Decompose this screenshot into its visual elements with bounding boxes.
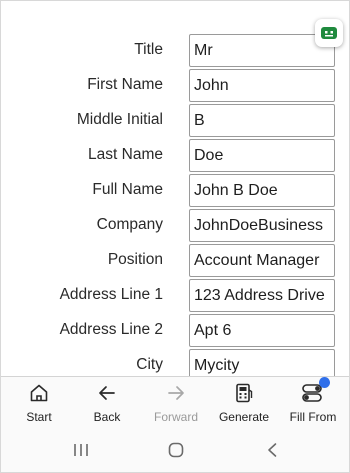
field-label-city: City — [136, 356, 163, 373]
company-field[interactable]: JohnDoeBusiness — [189, 209, 335, 242]
password-generator-icon — [232, 381, 256, 405]
system-navigation-bar — [1, 426, 349, 472]
field-label-last-name: Last Name — [88, 146, 163, 163]
title-field[interactable]: Mr — [189, 34, 335, 67]
arrow-right-icon — [164, 381, 188, 405]
toggles-icon — [301, 377, 330, 405]
start-label: Start — [26, 410, 52, 424]
back-label: Back — [93, 410, 121, 424]
form-row-first-name: First Name John — [1, 69, 349, 103]
form-row-middle-initial: Middle Initial B — [1, 104, 349, 138]
city-field[interactable]: Mycity — [189, 349, 335, 376]
last-name-field[interactable]: Doe — [189, 139, 335, 172]
field-label-position: Position — [107, 251, 163, 268]
fill-from-label: Fill From — [289, 410, 337, 424]
form-row-address-line-1: Address Line 1 123 Address Drive — [1, 279, 349, 313]
form-row-last-name: Last Name Doe — [1, 139, 349, 173]
full-name-field[interactable]: John B Doe — [189, 174, 335, 207]
form-row-title: Title Mr — [1, 34, 349, 68]
field-label-company: Company — [96, 216, 163, 233]
forward-button[interactable]: Forward — [141, 381, 211, 425]
field-label-first-name: First Name — [87, 76, 163, 93]
robot-face-icon — [321, 27, 337, 39]
form-row-company: Company JohnDoeBusiness — [1, 209, 349, 243]
app-window: Title Mr First Name John Middle Initial … — [0, 0, 350, 473]
forward-label: Forward — [153, 410, 198, 424]
field-label-full-name: Full Name — [92, 181, 163, 198]
form-row-address-line-2: Address Line 2 Apt 6 — [1, 314, 349, 348]
fill-from-button[interactable]: Fill From — [278, 377, 348, 425]
position-field[interactable]: Account Manager — [189, 244, 335, 277]
generate-label: Generate — [218, 410, 270, 424]
generate-button[interactable]: Generate — [209, 381, 279, 425]
arrow-left-icon — [95, 381, 119, 405]
bottom-toolbar: Start Back Forward Generate Fill From — [1, 376, 349, 426]
field-label-middle-initial: Middle Initial — [76, 111, 163, 128]
address-line-1-field[interactable]: 123 Address Drive — [189, 279, 335, 312]
profile-form: Title Mr First Name John Middle Initial … — [1, 31, 349, 376]
form-row-position: Position Account Manager — [1, 244, 349, 278]
field-label-address-line-1: Address Line 1 — [59, 286, 163, 303]
start-button[interactable]: Start — [4, 381, 74, 425]
field-label-title: Title — [134, 41, 163, 58]
back-button[interactable]: Back — [72, 381, 142, 425]
form-row-full-name: Full Name John B Doe — [1, 174, 349, 208]
form-row-city: City Mycity — [1, 349, 349, 376]
first-name-field[interactable]: John — [189, 69, 335, 102]
assistant-badge[interactable] — [315, 19, 343, 47]
back-icon[interactable] — [263, 440, 283, 460]
address-line-2-field[interactable]: Apt 6 — [189, 314, 335, 347]
notification-dot — [319, 377, 330, 388]
recents-icon[interactable] — [71, 440, 91, 460]
home-icon — [27, 381, 51, 405]
field-label-address-line-2: Address Line 2 — [59, 321, 163, 338]
home-icon[interactable] — [166, 440, 186, 460]
middle-initial-field[interactable]: B — [189, 104, 335, 137]
